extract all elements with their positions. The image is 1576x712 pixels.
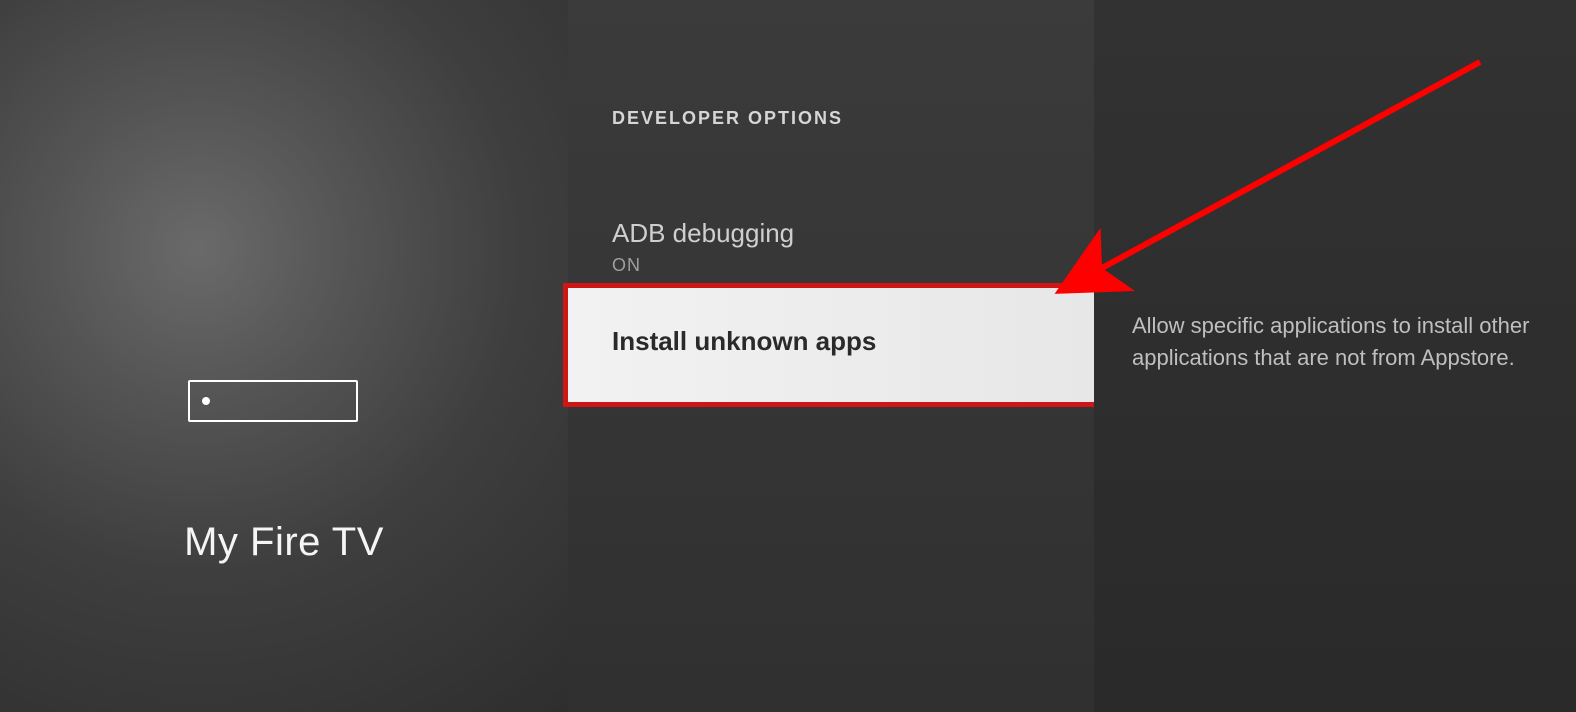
description-pane: Allow specific applications to install o… <box>1094 0 1576 712</box>
option-description: Allow specific applications to install o… <box>1132 310 1546 374</box>
left-pane: My Fire TV <box>0 0 568 712</box>
option-adb-debugging[interactable]: ADB debugging ON <box>568 198 1094 298</box>
device-title: My Fire TV <box>0 520 568 565</box>
section-title: DEVELOPER OPTIONS <box>612 108 843 129</box>
option-value: ON <box>612 255 1050 276</box>
options-pane: DEVELOPER OPTIONS ADB debugging ON Insta… <box>568 0 1094 712</box>
fire-tv-device-icon <box>188 380 358 422</box>
settings-screen: My Fire TV DEVELOPER OPTIONS ADB debuggi… <box>0 0 1576 712</box>
option-install-unknown-apps[interactable]: Install unknown apps <box>568 288 1094 402</box>
option-label: Install unknown apps <box>612 326 1050 357</box>
option-label: ADB debugging <box>612 218 1050 249</box>
